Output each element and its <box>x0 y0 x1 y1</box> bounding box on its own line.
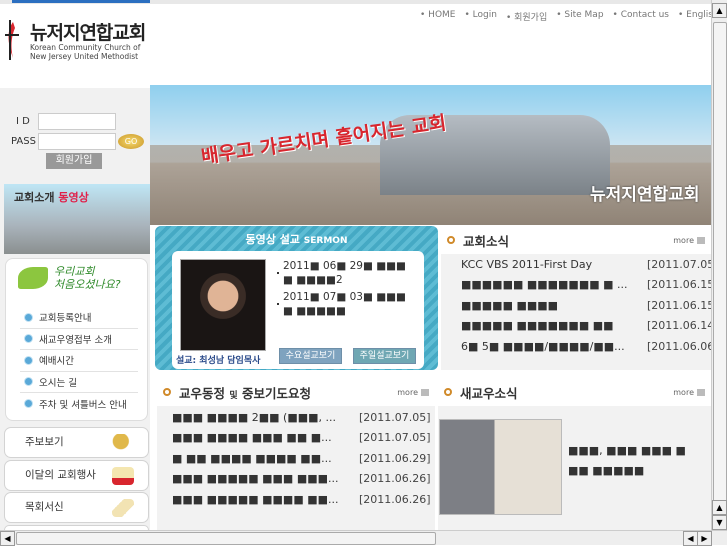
arrow-bullet-icon <box>24 312 33 322</box>
church-news-box: 교회소식 more KCC VBS 2011-First Day [2011.07.… <box>441 226 719 370</box>
logo-subtitle: Korean Community Church of New Jersey Uni… <box>30 43 141 61</box>
welcome-item-registration[interactable]: 교회등록안내 <box>20 307 138 329</box>
bulletin-button[interactable]: 주보보기 <box>4 427 149 458</box>
scroll-down-icon[interactable]: ▼ <box>712 515 727 530</box>
news-more-link[interactable]: more <box>673 236 705 245</box>
vertical-scroll-thumb[interactable] <box>713 22 727 522</box>
arrow-bullet-icon <box>24 334 33 344</box>
cross-flame-icon <box>5 20 19 60</box>
welcome-heading: 우리교회 처음오셨나요? <box>54 265 121 291</box>
news-row[interactable]: KCC VBS 2011-First Day [2011.07.05] <box>461 254 721 275</box>
news-row[interactable]: ■■■■■ ■■■■ [2011.06.15] <box>461 295 721 316</box>
prayer-row[interactable]: ■■■ ■■■■■ ■■■ ■■■... [2011.06.26] <box>172 469 432 490</box>
scroll-icon <box>112 499 134 517</box>
new-members-more-link[interactable]: more <box>673 388 705 397</box>
go-button[interactable]: GO <box>118 134 144 149</box>
prayer-row[interactable]: ■■■ ■■■■ 2■■ (■■■, ... [2011.07.05] <box>172 407 432 428</box>
scroll-left-icon[interactable]: ◀ <box>683 531 698 546</box>
new-members-text[interactable]: ■■■, ■■■ ■■■ ■ ■■ ■■■■■ <box>568 441 698 481</box>
top-nav: HOME Login 회원가입 Site Map Contact us Engl… <box>420 10 727 23</box>
nav-sitemap[interactable]: Site Map <box>556 10 603 23</box>
scroll-right-icon[interactable]: ▶ <box>697 531 712 546</box>
banner-logo: 뉴저지연합교회 <box>590 185 700 205</box>
news-row[interactable]: 6■ 5■ ■■■■/■■■■/■■... [2011.06.06] <box>461 336 721 357</box>
video-banner-title: 교회소개 동영상 <box>14 191 89 204</box>
logo-name: 뉴저지연합교회 <box>30 22 146 44</box>
church-video-banner[interactable]: 교회소개 동영상 <box>4 184 150 254</box>
scroll-up-icon[interactable]: ▲ <box>712 3 727 18</box>
main-banner: 배우고 가르치며 흩어지는 교회 뉴저지연합교회 <box>150 85 711 225</box>
arrow-bullet-icon <box>24 355 33 365</box>
welcome-item-worship-times[interactable]: 예배시간 <box>20 350 138 372</box>
horizontal-scrollbar[interactable]: ◀ ◀ ▶ <box>0 530 727 546</box>
password-input[interactable] <box>38 133 116 150</box>
prayer-title: 교우동정 및 중보기도요청 <box>179 386 312 401</box>
sunday-sermon-button[interactable]: 주일설교보기 <box>353 348 416 364</box>
sermon-item[interactable]: 2011■ 06■ 29■ ■■■ ■ ■■■■2 <box>277 259 417 287</box>
sermon-box: 동영상 설교 SERMON 설교: 최성남 담임목사 2011■ 06■ 29■… <box>155 226 438 370</box>
nav-contact[interactable]: Contact us <box>613 10 669 23</box>
monthly-events-button[interactable]: 이달의 교회행사 <box>4 460 149 491</box>
prayer-request-box: 교우동정 및 중보기도요청 more ■■■ ■■■■ 2■■ (■■■, ...… <box>157 378 435 530</box>
calendar-icon <box>112 467 134 485</box>
news-title: 교회소식 <box>463 234 510 249</box>
new-members-box: 새교우소식 more ■■■, ■■■ ■■■ ■ ■■ ■■■■■ <box>438 378 711 530</box>
new-members-title: 새교우소식 <box>460 386 518 401</box>
sermon-title: 동영상 설교 SERMON <box>245 233 348 246</box>
join-button[interactable]: 회원가입 <box>46 153 102 169</box>
scroll-up-icon[interactable]: ▲ <box>712 500 727 515</box>
scroll-left-icon[interactable]: ◀ <box>0 531 15 546</box>
church-logo[interactable]: 뉴저지연합교회 Korean Community Church of New Je… <box>5 18 155 66</box>
nav-login[interactable]: Login <box>464 10 497 23</box>
id-input[interactable] <box>38 113 116 130</box>
prayer-more-link[interactable]: more <box>397 388 429 397</box>
vertical-scrollbar[interactable]: ▲ ▲ ▼ <box>711 0 727 530</box>
welcome-item-newcomer[interactable]: 새교우영접부 소개 <box>20 329 138 350</box>
leaf-icon <box>18 267 48 289</box>
circle-bullet-icon <box>163 388 171 396</box>
arrow-bullet-icon <box>24 399 33 409</box>
prayer-row[interactable]: ■■■ ■■■■ ■■■ ■■ ■... [2011.07.05] <box>172 428 432 449</box>
sermon-item[interactable]: 2011■ 07■ 03■ ■■■ ■ ■■■■■ <box>277 290 417 318</box>
wednesday-sermon-button[interactable]: 수요설교보기 <box>279 348 342 364</box>
circle-bullet-icon <box>444 388 452 396</box>
id-label: I D <box>16 116 30 127</box>
arrow-bullet-icon <box>24 377 33 387</box>
news-row[interactable]: ■■■■■ ■■■■■■■ ■■ [2011.06.14] <box>461 316 721 337</box>
horizontal-scroll-thumb[interactable] <box>16 532 436 545</box>
pastor-caption: 설교: 최성남 담임목사 <box>176 356 261 366</box>
nav-home[interactable]: HOME <box>420 10 455 23</box>
welcome-item-parking[interactable]: 주차 및 셔틀버스 안내 <box>20 393 138 415</box>
welcome-box: 우리교회 처음오셨나요? 교회등록안내 새교우영접부 소개 예배시간 오시는 길 … <box>5 258 148 421</box>
pass-label: PASS <box>11 136 36 147</box>
news-row[interactable]: ■■■■■■ ■■■■■■■ ■ ... [2011.06.15] <box>461 275 721 296</box>
new-members-photo[interactable] <box>439 419 562 515</box>
pastor-letter-button[interactable]: 목회서신 <box>4 492 149 523</box>
pastor-photo <box>180 259 266 351</box>
prayer-row[interactable]: ■ ■■ ■■■■ ■■■■ ■■... [2011.06.29] <box>172 448 432 469</box>
prayer-row[interactable]: ■■■ ■■■■■ ■■■■ ■■... [2011.06.26] <box>172 489 432 510</box>
welcome-item-directions[interactable]: 오시는 길 <box>20 372 138 393</box>
circle-bullet-icon <box>447 236 455 244</box>
magnifier-icon <box>112 434 134 452</box>
nav-join[interactable]: 회원가입 <box>506 10 547 23</box>
top-strip <box>0 0 711 4</box>
